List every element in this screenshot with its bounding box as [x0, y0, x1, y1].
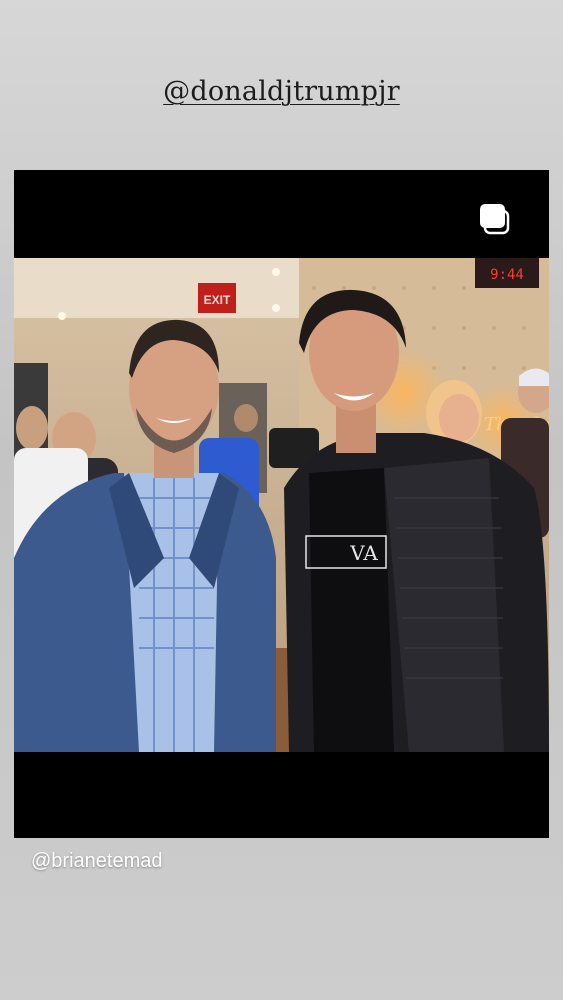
- mention-handle[interactable]: @brianetemad: [31, 850, 162, 872]
- top-mention-sticker[interactable]: @donaldjtrumpjr: [0, 76, 563, 107]
- mention-handle[interactable]: @donaldjtrumpjr: [163, 76, 400, 107]
- multiple-posts-icon: [478, 202, 514, 238]
- bottom-mention-sticker[interactable]: @brianetemad: [31, 850, 162, 873]
- clock-text: 9:44: [490, 267, 524, 283]
- post-photo: EXIT 9:44 The show: [14, 258, 549, 752]
- shirt-logo-text: VA: [349, 541, 378, 565]
- shared-post-card[interactable]: EXIT 9:44 The show: [14, 170, 549, 838]
- exit-sign-text: EXIT: [204, 293, 231, 307]
